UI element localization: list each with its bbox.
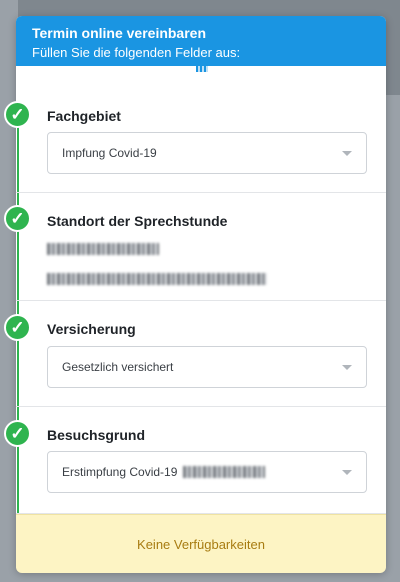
versicherung-select[interactable]: Gesetzlich versichert [47,346,367,388]
redacted-text [47,242,159,255]
fachgebiet-select[interactable]: Impfung Covid-19 [47,132,367,174]
availability-text: Keine Verfügbarkeiten [137,536,265,552]
check-icon: ✓ [4,314,31,341]
fachgebiet-select-value: Impfung Covid-19 [62,146,157,160]
section-label-besuchsgrund: Besuchsgrund [47,427,146,443]
modal-header: Termin online vereinbaren Füllen Sie die… [16,16,386,72]
modal-subtitle: Füllen Sie die folgenden Felder aus: [32,45,241,60]
versicherung-select-value: Gesetzlich versichert [62,360,174,374]
availability-banner: Keine Verfügbarkeiten [16,514,386,573]
modal-title: Termin online vereinbaren [32,25,207,41]
chevron-down-icon [342,470,352,475]
header-notch [196,66,208,72]
chevron-down-icon [342,151,352,156]
check-icon: ✓ [4,101,31,128]
chevron-down-icon [342,365,352,370]
section-label-fachgebiet: Fachgebiet [47,108,121,124]
check-icon: ✓ [4,205,31,232]
check-icon: ✓ [4,420,31,447]
location-address-redacted [47,270,267,285]
redacted-text [47,272,267,285]
section-label-standort: Standort der Sprechstunde [47,213,228,229]
besuchsgrund-select[interactable]: Erstimpfung Covid-19 [47,451,367,493]
besuchsgrund-select-value: Erstimpfung Covid-19 [62,465,178,479]
section-label-versicherung: Versicherung [47,321,136,337]
location-name-redacted [47,240,159,255]
redacted-text [183,466,266,478]
